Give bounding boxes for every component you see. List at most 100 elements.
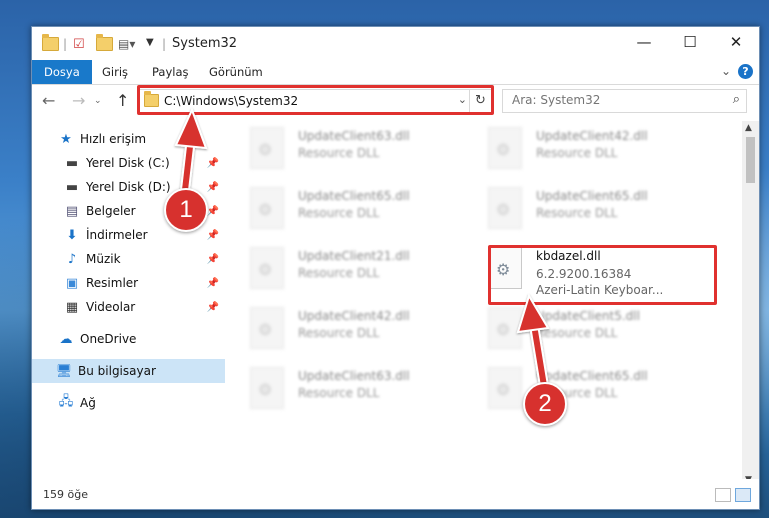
scrollbar-thumb[interactable] <box>746 137 755 183</box>
step-2-badge: 2 <box>523 382 567 426</box>
file-item[interactable]: UpdateClient42.dll Resource DLL <box>228 301 454 357</box>
ribbon-tabs: Dosya Giriş Paylaş Görünüm ⌄ ? <box>32 60 759 85</box>
file-description: Resource DLL <box>298 266 380 280</box>
drive-icon: ▬ <box>65 155 79 171</box>
sidebar-item-label: OneDrive <box>80 332 137 346</box>
item-count: 159 öğe <box>43 488 88 501</box>
minimize-button[interactable]: — <box>621 27 667 57</box>
file-item[interactable]: UpdateClient63.dll Resource DLL <box>228 121 454 177</box>
navigation-pane: ★ Hızlı erişim ▬ Yerel Disk (C:) 📌 ▬ Yer… <box>32 121 225 471</box>
large-icons-view-icon[interactable] <box>735 488 751 502</box>
sidebar-item-label: Hızlı erişim <box>80 132 147 146</box>
tab-paylas[interactable]: Paylaş <box>140 60 201 84</box>
window-title: System32 <box>172 36 238 51</box>
file-item[interactable]: UpdateClient5.dll Resource DLL <box>466 301 692 357</box>
back-arrow-icon[interactable]: ← <box>42 91 55 110</box>
file-name: UpdateClient65.dll <box>536 369 648 383</box>
sidebar-item-this-pc[interactable]: 🖥 Bu bilgisayar <box>32 359 225 383</box>
download-icon: ⬇ <box>66 227 78 243</box>
file-item[interactable]: UpdateClient42.dll Resource DLL <box>466 121 692 177</box>
close-button[interactable]: ✕ <box>713 27 759 57</box>
sidebar-item-label: Yerel Disk (D:) <box>86 180 171 194</box>
help-icon[interactable]: ? <box>738 64 753 79</box>
tab-dosya[interactable]: Dosya <box>32 60 92 84</box>
sidebar-item-label: Belgeler <box>86 204 136 218</box>
sidebar-item-label: Müzik <box>86 252 121 266</box>
file-name: UpdateClient63.dll <box>298 369 410 383</box>
sidebar-item-label: Ağ <box>80 396 96 410</box>
file-name: UpdateClient63.dll <box>298 129 410 143</box>
customize-toolbar-icon[interactable]: ▤▾ <box>118 37 135 51</box>
drive-icon: ▬ <box>65 179 79 195</box>
sidebar-item-music[interactable]: ♪ Müzik 📌 <box>32 247 225 271</box>
pictures-icon: ▣ <box>65 275 79 291</box>
separator: | <box>63 37 68 51</box>
file-item[interactable]: UpdateClient65.dll Resource DLL <box>228 181 454 237</box>
pin-icon[interactable]: 📌 <box>207 302 219 313</box>
search-input[interactable] <box>503 90 722 110</box>
details-view-icon[interactable] <box>715 488 731 502</box>
file-name: UpdateClient65.dll <box>536 189 648 203</box>
up-arrow-icon[interactable]: ↑ <box>116 91 129 110</box>
sidebar-item-pictures[interactable]: ▣ Resimler 📌 <box>32 271 225 295</box>
dll-file-icon <box>488 187 522 229</box>
pin-icon[interactable]: 📌 <box>207 254 219 265</box>
address-highlight-box <box>137 85 494 115</box>
dll-file-icon <box>250 307 284 349</box>
file-description: Resource DLL <box>536 206 618 220</box>
pin-icon[interactable]: 📌 <box>207 206 219 217</box>
file-highlight-box <box>488 245 717 305</box>
star-icon: ★ <box>60 131 72 147</box>
file-name: UpdateClient21.dll <box>298 249 410 263</box>
explorer-window: | ☑ ▤▾ ▼ | System32 — ☐ ✕ Dosya Giriş Pa… <box>31 26 760 510</box>
sidebar-item-label: Yerel Disk (C:) <box>86 156 170 170</box>
dll-file-icon <box>250 247 284 289</box>
dll-file-icon <box>488 367 522 409</box>
dll-file-icon <box>250 127 284 169</box>
tab-giris[interactable]: Giriş <box>90 60 140 84</box>
music-icon: ♪ <box>67 251 77 267</box>
file-name: UpdateClient65.dll <box>298 189 410 203</box>
folder-icon <box>42 34 59 51</box>
sidebar-item-quick-access[interactable]: ★ Hızlı erişim <box>32 127 225 151</box>
forward-arrow-icon[interactable]: → <box>72 91 85 110</box>
chevron-down-icon[interactable]: ▼ <box>146 37 154 48</box>
dll-file-icon <box>488 127 522 169</box>
new-folder-icon[interactable] <box>96 34 113 51</box>
sidebar-item-videos[interactable]: ▦ Videolar 📌 <box>32 295 225 319</box>
pin-icon[interactable]: 📌 <box>207 158 219 169</box>
file-description: Resource DLL <box>298 206 380 220</box>
file-name: UpdateClient42.dll <box>298 309 410 323</box>
pin-icon[interactable]: 📌 <box>207 230 219 241</box>
computer-icon: 🖥 <box>55 363 73 379</box>
maximize-button[interactable]: ☐ <box>667 27 713 57</box>
pin-icon[interactable]: 📌 <box>207 182 219 193</box>
sidebar-item-label: Bu bilgisayar <box>78 364 156 378</box>
tab-gorunum[interactable]: Görünüm <box>197 60 275 84</box>
file-item[interactable]: UpdateClient21.dll Resource DLL <box>228 241 454 297</box>
network-icon: 🖧 <box>58 394 74 409</box>
file-item[interactable]: UpdateClient63.dll Resource DLL <box>228 361 454 417</box>
search-box[interactable]: ⌕ <box>502 89 747 113</box>
video-icon: ▦ <box>65 299 79 315</box>
collapse-ribbon-icon[interactable]: ⌄ <box>721 64 731 78</box>
sidebar-item-label: Resimler <box>86 276 139 290</box>
scroll-up-icon[interactable]: ▲ <box>745 123 752 133</box>
search-icon: ⌕ <box>732 92 740 107</box>
file-item[interactable]: UpdateClient65.dll Resource DLL <box>466 361 692 417</box>
dll-file-icon <box>250 367 284 409</box>
file-description: Resource DLL <box>536 146 618 160</box>
file-item[interactable]: UpdateClient65.dll Resource DLL <box>466 181 692 237</box>
recent-locations-icon[interactable]: ⌄ <box>94 96 102 106</box>
sidebar-item-label: Videolar <box>86 300 136 314</box>
sidebar-item-disk-c[interactable]: ▬ Yerel Disk (C:) 📌 <box>32 151 225 175</box>
sidebar-item-onedrive[interactable]: ☁ OneDrive <box>32 327 225 351</box>
step-1-badge: 1 <box>164 188 208 232</box>
sidebar-item-network[interactable]: 🖧 Ağ <box>32 391 225 415</box>
status-bar: 159 öğe <box>32 479 759 509</box>
pin-icon[interactable]: 📌 <box>207 278 219 289</box>
file-name: UpdateClient5.dll <box>536 309 640 323</box>
properties-icon[interactable]: ☑ <box>73 37 85 52</box>
file-description: Resource DLL <box>298 386 380 400</box>
vertical-scrollbar[interactable]: ▲ ▼ <box>742 121 759 487</box>
